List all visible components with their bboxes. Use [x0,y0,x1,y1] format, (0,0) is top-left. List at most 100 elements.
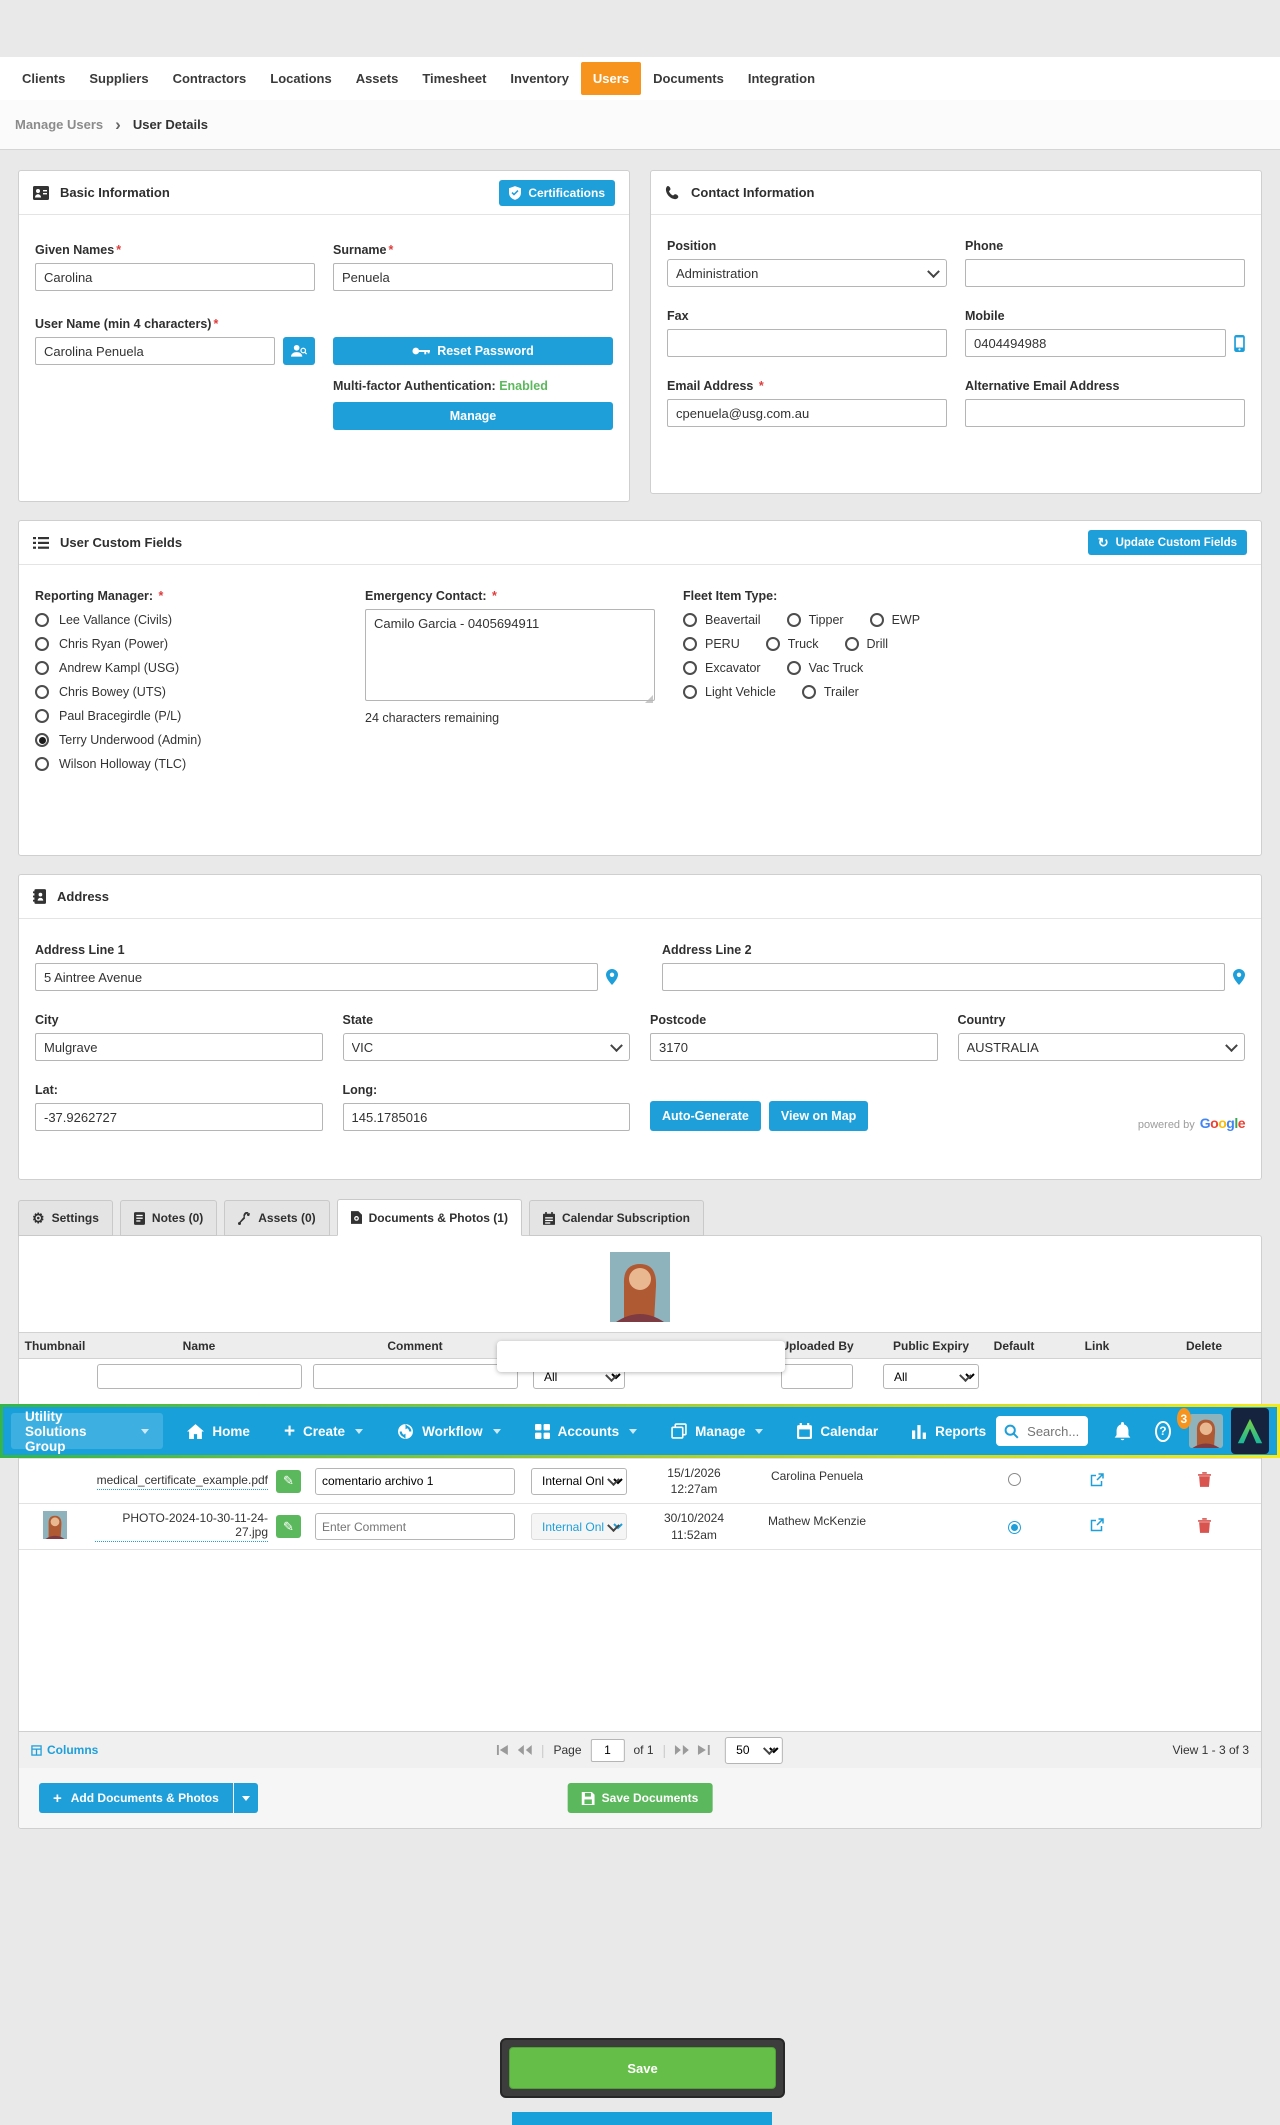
tab-documents-photos[interactable]: Documents & Photos (1) [337,1199,522,1236]
radio-option-wilson-holloway[interactable]: Wilson Holloway (TLC) [35,757,365,771]
fleet-radio-vac-truck[interactable]: Vac Truck [787,661,864,675]
emergency-contact-textarea[interactable]: Camilo Garcia - 0405694911 [365,609,655,701]
fleet-radio-ewp[interactable]: EWP [870,613,920,627]
map-pin-icon[interactable] [1233,969,1245,985]
trash-icon[interactable] [1198,1472,1211,1487]
comment-input[interactable] [315,1468,515,1495]
city-input[interactable] [35,1033,323,1061]
nav-item-suppliers[interactable]: Suppliers [77,62,160,95]
default-radio[interactable] [1008,1521,1021,1534]
edit-name-button[interactable]: ✎ [276,1515,301,1538]
navbar-item-manage[interactable]: Manage [661,1423,773,1439]
fleet-radio-drill[interactable]: Drill [845,637,889,651]
tab-notes[interactable]: Notes (0) [120,1200,217,1236]
help-icon[interactable]: ? [1155,1421,1171,1442]
radio-option-chris-ryan[interactable]: Chris Ryan (Power) [35,637,365,651]
navbar-item-workflow[interactable]: Workflow [387,1423,511,1440]
fax-input[interactable] [667,329,947,357]
next-page-icon[interactable] [675,1745,689,1755]
last-page-icon[interactable] [698,1745,710,1755]
view-on-map-button[interactable]: View on Map [769,1101,868,1131]
lat-input[interactable] [35,1103,323,1131]
fleet-radio-peru[interactable]: PERU [683,637,740,651]
user-lookup-button[interactable] [283,337,315,365]
nav-item-timesheet[interactable]: Timesheet [410,62,498,95]
position-select[interactable]: Administration [667,259,947,287]
prev-page-icon[interactable] [518,1745,532,1755]
columns-button[interactable]: Columns [31,1743,98,1757]
country-select[interactable]: AUSTRALIA [958,1033,1246,1061]
save-documents-button[interactable]: Save Documents [568,1783,713,1813]
add-documents-button[interactable]: + Add Documents & Photos [39,1783,258,1813]
bell-icon[interactable] [1114,1422,1131,1441]
nav-item-documents[interactable]: Documents [641,62,736,95]
aroflo-logo[interactable] [1231,1408,1269,1454]
add-documents-caret[interactable] [234,1783,258,1813]
photo-thumbnail[interactable] [43,1511,67,1539]
page-size-select[interactable]: 50 [725,1737,783,1764]
certifications-button[interactable]: Certifications [499,180,615,206]
map-pin-icon[interactable] [606,969,618,985]
nav-item-contractors[interactable]: Contractors [161,62,259,95]
email-input[interactable] [667,399,947,427]
auto-generate-button[interactable]: Auto-Generate [650,1101,761,1131]
long-input[interactable] [343,1103,631,1131]
page-number-input[interactable] [591,1739,625,1762]
nav-item-locations[interactable]: Locations [258,62,343,95]
state-select[interactable]: VIC [343,1033,631,1061]
tab-assets[interactable]: Assets (0) [224,1200,329,1236]
search-input[interactable] [1025,1423,1081,1440]
update-custom-fields-button[interactable]: ↻ Update Custom Fields [1088,530,1247,555]
nav-item-assets[interactable]: Assets [344,62,411,95]
fleet-radio-truck[interactable]: Truck [766,637,819,651]
alt-email-input[interactable] [965,399,1245,427]
navbar-item-home[interactable]: Home [177,1424,260,1439]
fleet-radio-excavator[interactable]: Excavator [683,661,761,675]
filter-uploaded-by-input[interactable] [781,1364,853,1389]
org-selector[interactable]: Utility Solutions Group [11,1413,163,1449]
breadcrumb-parent[interactable]: Manage Users [15,117,103,132]
filter-comment-input[interactable] [313,1364,518,1389]
nav-item-clients[interactable]: Clients [10,62,77,95]
radio-option-terry-underwood[interactable]: Terry Underwood (Admin) [35,733,365,747]
filter-name-input[interactable] [97,1364,302,1389]
default-radio[interactable] [1008,1473,1021,1486]
nav-item-users[interactable]: Users [581,62,641,95]
security-select[interactable]: Internal Only [531,1513,627,1540]
phone-input[interactable] [965,259,1245,287]
nav-item-inventory[interactable]: Inventory [498,62,581,95]
save-button[interactable]: Save [509,2047,776,2089]
fleet-radio-tipper[interactable]: Tipper [787,613,844,627]
comment-input[interactable] [315,1513,515,1540]
user-avatar[interactable] [1189,1414,1223,1448]
navbar-search[interactable] [996,1416,1088,1446]
given-names-input[interactable] [35,263,315,291]
tab-calendar-subscription[interactable]: Calendar Subscription [529,1200,704,1236]
edit-name-button[interactable]: ✎ [276,1470,301,1493]
document-name[interactable]: PHOTO-2024-10-30-11-24-27.jpg [95,1511,268,1542]
radio-option-paul-bracegirdle[interactable]: Paul Bracegirdle (P/L) [35,709,365,723]
navbar-item-calendar[interactable]: Calendar [787,1423,888,1439]
address-line1-input[interactable] [35,963,598,991]
filter-public-expiry-select[interactable]: All [883,1364,979,1389]
document-name[interactable]: medical_certificate_example.pdf [97,1473,268,1490]
mfa-manage-button[interactable]: Manage [333,402,613,430]
first-page-icon[interactable] [497,1745,509,1755]
tab-settings[interactable]: ⚙ Settings [18,1200,113,1236]
radio-option-andrew-kampl[interactable]: Andrew Kampl (USG) [35,661,365,675]
trash-icon[interactable] [1198,1518,1211,1533]
address-line2-input[interactable] [662,963,1225,991]
radio-option-chris-bowey[interactable]: Chris Bowey (UTS) [35,685,365,699]
user-photo-thumbnail[interactable] [609,1252,671,1322]
fleet-radio-trailer[interactable]: Trailer [802,685,859,699]
navbar-item-accounts[interactable]: Accounts [525,1424,648,1439]
navbar-item-reports[interactable]: Reports [902,1424,996,1439]
radio-option-lee-vallance[interactable]: Lee Vallance (Civils) [35,613,365,627]
navbar-item-create[interactable]: + Create [274,1422,373,1441]
external-link-icon[interactable] [1090,1473,1104,1487]
fleet-radio-beavertail[interactable]: Beavertail [683,613,761,627]
reset-password-button[interactable]: Reset Password [333,337,613,365]
notification-badge[interactable]: 3 [1177,1408,1191,1429]
external-link-icon[interactable] [1090,1518,1104,1532]
username-input[interactable] [35,337,275,365]
